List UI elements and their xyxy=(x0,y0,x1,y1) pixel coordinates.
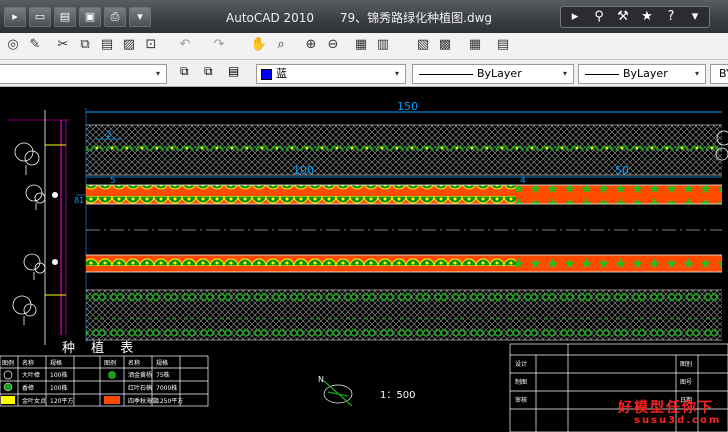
svg-text:N: N xyxy=(318,375,324,384)
svg-text:审核: 审核 xyxy=(515,396,527,404)
app-menu-icon[interactable]: ▸ xyxy=(4,7,26,27)
svg-text:规格: 规格 xyxy=(50,359,62,367)
chevron-down-icon: ▾ xyxy=(394,69,399,78)
design-center-icon[interactable]: ▥ xyxy=(374,36,392,54)
chevron-down-icon: ▾ xyxy=(562,69,567,78)
help-icon[interactable]: ? xyxy=(660,8,682,26)
svg-text:4: 4 xyxy=(520,176,526,186)
wrench-icon[interactable]: ⚒ xyxy=(612,8,634,26)
svg-text:1250平方: 1250平方 xyxy=(156,397,183,405)
color-swatch xyxy=(261,68,272,80)
svg-text:图号: 图号 xyxy=(680,379,692,386)
lineweight-dropdown[interactable]: ByLayer ▾ xyxy=(578,64,706,84)
north-arrow: N xyxy=(318,375,353,407)
scale-label: 1：500 xyxy=(380,390,415,401)
properties-icon[interactable]: ▦ xyxy=(352,36,370,54)
section-elevation-left: 81 xyxy=(8,110,86,345)
layer-dropdown[interactable]: ▾ xyxy=(0,64,167,84)
svg-text:香樟: 香樟 xyxy=(22,384,34,392)
chevron-down-icon: ▾ xyxy=(694,69,699,78)
undo-icon[interactable]: ↶ xyxy=(176,36,194,54)
info-center: ▸ ⚲ ⚒ ★ ? ▾ xyxy=(560,6,710,28)
svg-text:大叶樟: 大叶樟 xyxy=(22,371,40,379)
paste-icon[interactable]: ▤ xyxy=(98,36,116,54)
binoculars-icon[interactable]: ⚲ xyxy=(588,8,610,26)
svg-text:名称: 名称 xyxy=(22,359,34,367)
svg-text:81: 81 xyxy=(74,196,84,205)
svg-text:设计: 设计 xyxy=(515,360,527,368)
new-icon[interactable]: ▭ xyxy=(29,7,51,27)
svg-text:100株: 100株 xyxy=(50,371,67,379)
svg-text:红叶石楠: 红叶石楠 xyxy=(128,384,152,392)
zoom-window-icon[interactable]: ⊕ xyxy=(302,36,320,54)
linetype-dropdown[interactable]: ByLayer ▾ xyxy=(412,64,574,84)
watermark-url: susu3d.com xyxy=(634,415,722,426)
svg-text:图例: 图例 xyxy=(104,359,116,367)
markup-icon[interactable]: ▤ xyxy=(494,36,512,54)
zoom-icon[interactable]: ◎ xyxy=(4,36,22,54)
median-strip-2 xyxy=(86,254,722,273)
app-name: AutoCAD 2010 xyxy=(226,11,315,25)
svg-text:名称: 名称 xyxy=(128,359,140,367)
svg-text:规格: 规格 xyxy=(156,359,168,367)
properties-toolbar: ▾ ⧉ ⧉ ▤ 蓝 ▾ ByLayer ▾ ByLayer ▾ BY xyxy=(0,60,728,87)
standard-toolbar: ◎ ✎ ✂ ⧉ ▤ ▨ ⊡ ↶ ↷ ✋ ⌕ ⊕ ⊖ ▦ ▥ ▧ ▩ ▦ ▤ xyxy=(0,33,728,60)
svg-text:100: 100 xyxy=(293,164,314,177)
block-icon[interactable]: ⊡ xyxy=(142,36,160,54)
file-name: 79、锦秀路绿化种植图.dwg xyxy=(339,11,493,25)
svg-text:图例: 图例 xyxy=(2,359,14,367)
color-dropdown[interactable]: 蓝 ▾ xyxy=(256,64,406,84)
tool-palettes-icon[interactable]: ▧ xyxy=(414,36,432,54)
dropdown-icon[interactable]: ▾ xyxy=(129,7,151,27)
drawing-canvas[interactable]: 150 2 100 50 4 5 81 种 植 表 图例 名称 规格 图例 名称… xyxy=(0,87,728,432)
match-properties-icon[interactable]: ▨ xyxy=(120,36,138,54)
copy-icon[interactable]: ⧉ xyxy=(76,36,94,54)
save-icon[interactable]: ▣ xyxy=(79,7,101,27)
print-icon[interactable]: ⎙ xyxy=(104,7,126,27)
quick-access-toolbar: ▸ ▭ ▤ ▣ ⎙ ▾ xyxy=(4,7,151,27)
svg-text:2: 2 xyxy=(106,130,112,140)
svg-text:金叶女贞: 金叶女贞 xyxy=(22,397,46,405)
svg-text:5: 5 xyxy=(110,176,116,186)
svg-text:制图: 制图 xyxy=(515,378,527,386)
svg-text:四季秋海棠: 四季秋海棠 xyxy=(128,397,158,405)
star-icon[interactable]: ★ xyxy=(636,8,658,26)
zoom-realtime-icon[interactable]: ⌕ xyxy=(272,36,290,54)
svg-text:150: 150 xyxy=(397,100,418,113)
layer-previous-icon[interactable]: ⧉ xyxy=(204,64,213,79)
open-icon[interactable]: ▤ xyxy=(54,7,76,27)
svg-text:图别: 图别 xyxy=(680,360,692,368)
pan-icon[interactable]: ✋ xyxy=(250,36,268,54)
calculator-icon[interactable]: ▦ xyxy=(466,36,484,54)
title-bar: ▸ ▭ ▤ ▣ ⎙ ▾ AutoCAD 2010 79、锦秀路绿化种植图.dwg… xyxy=(0,0,728,33)
chevron-down-icon[interactable]: ▾ xyxy=(684,8,706,26)
svg-text:100株: 100株 xyxy=(50,384,67,392)
svg-text:75株: 75株 xyxy=(156,371,170,379)
median-strip-1 xyxy=(86,184,722,205)
svg-text:120平方: 120平方 xyxy=(50,397,73,405)
svg-text:洒金黄杨: 洒金黄杨 xyxy=(128,371,152,379)
redo-icon[interactable]: ↷ xyxy=(210,36,228,54)
svg-text:50: 50 xyxy=(615,164,629,177)
svg-text:7000株: 7000株 xyxy=(156,384,177,392)
cut-icon[interactable]: ✂ xyxy=(54,36,72,54)
planting-table-title: 种 植 表 xyxy=(62,341,139,356)
planting-table: 种 植 表 图例 名称 规格 图例 名称 规格 大叶樟 100株 洒金黄杨 75… xyxy=(0,341,209,407)
sheet-set-icon[interactable]: ▩ xyxy=(436,36,454,54)
arrow-icon[interactable]: ▸ xyxy=(564,8,586,26)
layer-properties-icon[interactable]: ⧉ xyxy=(180,64,189,79)
layer-state-icon[interactable]: ▤ xyxy=(228,64,239,78)
watermark-text: 好模型任你下 xyxy=(618,400,714,416)
edit-icon[interactable]: ✎ xyxy=(26,36,44,54)
zoom-previous-icon[interactable]: ⊖ xyxy=(324,36,342,54)
plotstyle-dropdown[interactable]: BY xyxy=(710,64,728,84)
window-title: AutoCAD 2010 79、锦秀路绿化种植图.dwg xyxy=(226,9,514,26)
planting-strip-bottom xyxy=(86,289,722,341)
